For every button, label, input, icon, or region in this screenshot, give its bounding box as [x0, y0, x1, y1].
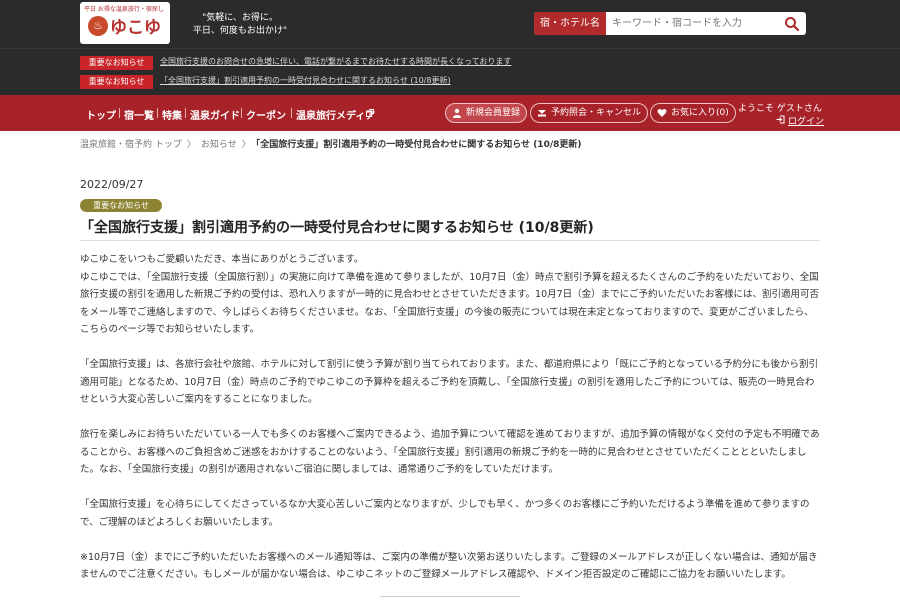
page-title: 「全国旅行支援」割引適用予約の一時受付見合わせに関するお知らせ (10/8更新) [80, 220, 594, 236]
notice-badge: 重要なお知らせ [80, 75, 153, 89]
article-paragraph: 旅行を楽しみにお待ちいただいている一人でも多くのお客様へご案内できるよう、追加予… [80, 429, 820, 475]
reservation-label: 予約照会・キャンセル [551, 108, 642, 118]
article-paragraph: 「全国旅行支援」は、各旅行会社や旅館、ホテルに対して割引に使う予算が割り当てられ… [80, 359, 819, 405]
notice-item[interactable]: 重要なお知らせ 全国旅行支援のお問合せの急増に伴い、電話が繋がるまでお待たせする… [80, 55, 511, 70]
login-link[interactable]: ログイン [788, 114, 824, 127]
nav-divider [157, 108, 158, 118]
notice-link[interactable]: 全国旅行支援のお問合せの急増に伴い、電話が繋がるまでお待たせする時間が長くなって… [160, 56, 511, 67]
nav-features[interactable]: 特集 [162, 107, 182, 122]
top-header: 平日 お得な温泉旅行・宿探し ♨ ゆこゆこ "気軽に、お得に。 平日、何度もお出… [0, 0, 900, 48]
favorites-label: お気に入り(0) [671, 108, 729, 118]
logo-text: ゆこゆこ [110, 18, 161, 44]
nav-divider [291, 108, 292, 118]
nav-hotel-list[interactable]: 宿一覧 [124, 107, 154, 122]
article-paragraph: ゆこゆこをいつもご愛顧いただき、本当にありがとうございます。 ゆこゆこでは、「全… [80, 254, 819, 335]
article-paragraph: 「全国旅行支援」を心待ちにしてくださっているなか大変心苦しいご案内となりますが、… [80, 499, 810, 528]
reservation-button[interactable]: 予約照会・キャンセル [530, 103, 649, 123]
tagline: "気軽に、お得に。 平日、何度もお出かけ" [185, 12, 295, 38]
article-date: 2022/09/27 [80, 178, 144, 191]
nav-divider [119, 108, 120, 118]
logo-mark-icon: ♨ [88, 16, 108, 36]
user-icon [453, 108, 461, 118]
heart-icon [657, 109, 667, 117]
breadcrumb-current: 「全国旅行支援」割引適用予約の一時受付見合わせに関するお知らせ (10/8更新) [255, 140, 582, 150]
tagline-line-2: 平日、何度もお出かけ" [192, 26, 288, 36]
breadcrumb-notices[interactable]: お知らせ [201, 140, 237, 150]
article-paragraph: ※10月7日（金）までにご予約いただいたお客様へのメール通知等は、ご案内の準備が… [80, 551, 818, 581]
breadcrumb-home[interactable]: 温泉旅館・宿予約 トップ [80, 140, 182, 150]
nav-media[interactable]: 温泉旅行メディア [296, 107, 375, 122]
notice-link[interactable]: 「全国旅行支援」割引適用予約の一時受付見合わせに関するお知らせ (10/8更新) [160, 75, 451, 86]
favorites-button[interactable]: お気に入り(0) [650, 103, 736, 123]
external-link-icon [366, 109, 374, 117]
search-category-select[interactable]: 宿・ホテル名 [534, 12, 606, 35]
search-icon[interactable] [784, 16, 800, 32]
nav-divider [185, 108, 186, 118]
search-input[interactable] [612, 12, 772, 35]
login-icon [776, 115, 785, 124]
nav-onsen-guide[interactable]: 温泉ガイド [190, 107, 240, 122]
register-label: 新規会員登録 [466, 108, 521, 118]
breadcrumb-separator: 〉 [241, 140, 251, 150]
notice-bar: 重要なお知らせ 全国旅行支援のお問合せの急増に伴い、電話が繋がるまでお待たせする… [0, 48, 900, 95]
article-body: ゆこゆこをいつもご愛顧いただき、本当にありがとうございます。 ゆこゆこでは、「全… [80, 251, 820, 601]
logo-subtitle: 平日 お得な温泉旅行・宿探し [84, 6, 164, 13]
nav-top[interactable]: トップ [86, 107, 116, 122]
title-divider [80, 240, 820, 241]
reservation-icon [538, 110, 546, 117]
register-button[interactable]: 新規会員登録 [445, 103, 528, 123]
notice-badge: 重要なお知らせ [80, 56, 153, 70]
notice-item[interactable]: 重要なお知らせ 「全国旅行支援」割引適用予約の一時受付見合わせに関するお知らせ … [80, 74, 451, 89]
welcome-text: ようこそ ゲストさん [738, 104, 822, 114]
tagline-line-1: "気軽に、お得に。 [202, 13, 278, 23]
breadcrumb-separator: 〉 [186, 140, 196, 150]
article-tag: 重要なお知らせ [80, 199, 162, 212]
breadcrumb: 温泉旅館・宿予約 トップ〉お知らせ〉「全国旅行支援」割引適用予約の一時受付見合わ… [80, 137, 582, 150]
nav-divider [241, 108, 242, 118]
search-box: 宿・ホテル名 [534, 12, 806, 35]
site-logo[interactable]: 平日 お得な温泉旅行・宿探し ♨ ゆこゆこ [80, 2, 170, 44]
nav-coupon[interactable]: クーポン [246, 107, 286, 122]
bottom-divider [380, 596, 520, 597]
